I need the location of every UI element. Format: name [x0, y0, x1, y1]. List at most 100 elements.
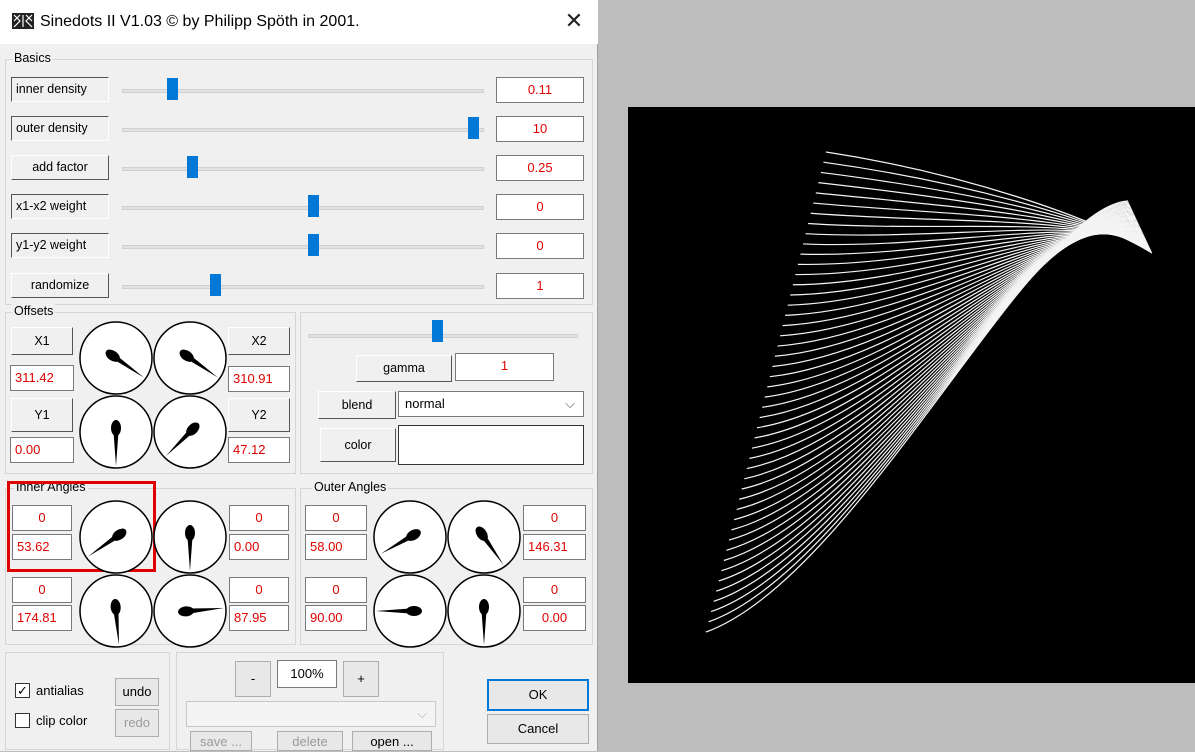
outer-d-dial[interactable] — [446, 573, 522, 649]
outer-d-top-value[interactable]: 0 — [523, 577, 586, 603]
outer-c-dial[interactable] — [372, 573, 448, 649]
inner-c-dial[interactable] — [78, 573, 154, 649]
close-icon[interactable]: ✕ — [562, 8, 586, 34]
randomize-slider-thumb[interactable] — [209, 274, 221, 296]
title-bar: Sinedots II V1.03 © by Philipp Spöth in … — [0, 0, 598, 44]
chevron-down-icon: ⌵ — [565, 396, 575, 411]
cancel-button[interactable]: Cancel — [487, 714, 589, 744]
app-icon — [12, 13, 34, 29]
color-button[interactable]: color — [320, 428, 396, 462]
add-factor-button[interactable]: add factor — [11, 155, 109, 180]
offsets-group-label: Offsets — [12, 304, 56, 318]
y2-button[interactable]: Y2 — [228, 398, 290, 432]
preset-select[interactable]: ⌵ — [186, 701, 436, 727]
x2-value[interactable]: 310.91 — [228, 366, 290, 392]
outer-density-slider-thumb[interactable] — [468, 117, 479, 139]
inner-d-dial[interactable] — [152, 573, 228, 649]
outer-a-dial[interactable] — [372, 499, 448, 575]
redo-button[interactable]: redo — [115, 709, 159, 737]
outer-b-dial[interactable] — [446, 499, 522, 575]
blend-select[interactable]: normal ⌵ — [398, 391, 584, 417]
undo-button[interactable]: undo — [115, 678, 159, 706]
render-line — [749, 219, 1137, 459]
outer-a-bottom-value[interactable]: 58.00 — [305, 534, 367, 560]
outer-c-bottom-value[interactable]: 90.00 — [305, 605, 367, 631]
basics-group-label: Basics — [12, 51, 53, 65]
outer-a-top-value[interactable]: 0 — [305, 505, 367, 531]
render-line — [708, 201, 1129, 623]
gamma-slider-thumb[interactable] — [432, 320, 443, 342]
outer-density-button[interactable]: outer density — [11, 116, 109, 141]
y1-y2-weight-slider-thumb[interactable] — [307, 234, 319, 256]
gamma-value[interactable]: 1 — [455, 353, 554, 381]
render-line — [705, 200, 1129, 633]
inner-a-dial[interactable] — [78, 499, 154, 575]
outer-b-top-value[interactable]: 0 — [523, 505, 586, 531]
sinedots-dialog: Sinedots II V1.03 © by Philipp Spöth in … — [0, 0, 598, 751]
render-line — [733, 212, 1134, 521]
inner-c-bottom-value[interactable]: 174.81 — [12, 605, 72, 631]
blend-select-value: normal — [405, 396, 445, 411]
outer-density-slider-track[interactable] — [122, 128, 484, 132]
outer-b-bottom-value[interactable]: 146.31 — [523, 534, 586, 560]
zoom-out-button[interactable]: - — [235, 661, 271, 697]
ok-button[interactable]: OK — [487, 679, 589, 711]
clip-color-checkbox[interactable] — [15, 713, 30, 728]
x1-x2-weight-slider-thumb[interactable] — [307, 195, 319, 217]
y1-value[interactable]: 0.00 — [10, 437, 74, 463]
zoom-in-button[interactable]: + — [343, 661, 379, 697]
offset-y2-dial[interactable] — [152, 394, 228, 470]
zoom-value[interactable]: 100% — [277, 660, 337, 688]
preview-canvas — [628, 107, 1195, 683]
x1-x2-weight-slider-track[interactable] — [122, 206, 484, 210]
x1-x2-weight-button[interactable]: x1-x2 weight — [11, 194, 109, 219]
sinedots-render — [705, 151, 1153, 633]
x1-value[interactable]: 311.42 — [10, 365, 74, 391]
render-line — [825, 151, 1153, 254]
inner-b-top-value[interactable]: 0 — [229, 505, 289, 531]
add-factor-value[interactable]: 0.25 — [496, 155, 584, 181]
outer-angles-group-label: Outer Angles — [312, 480, 389, 494]
randomize-button[interactable]: randomize — [11, 273, 109, 298]
y2-value[interactable]: 47.12 — [228, 437, 290, 463]
clip-color-label: clip color — [36, 713, 88, 728]
y1-y2-weight-slider-track[interactable] — [122, 245, 484, 249]
inner-d-bottom-value[interactable]: 87.95 — [229, 605, 289, 631]
offset-x2-dial[interactable] — [152, 320, 228, 396]
gamma-slider-track[interactable] — [308, 334, 578, 338]
open-button[interactable]: open ... — [352, 731, 432, 751]
inner-d-top-value[interactable]: 0 — [229, 577, 289, 603]
inner-b-bottom-value[interactable]: 0.00 — [229, 534, 289, 560]
inner-b-dial[interactable] — [152, 499, 228, 575]
randomize-slider-track[interactable] — [122, 285, 484, 289]
window-title: Sinedots II V1.03 © by Philipp Spöth in … — [40, 13, 360, 30]
outer-density-value[interactable]: 10 — [496, 116, 584, 142]
gamma-button[interactable]: gamma — [356, 355, 452, 382]
antialias-checkbox[interactable]: ✓ — [15, 683, 30, 698]
x2-button[interactable]: X2 — [228, 327, 290, 355]
x1-x2-weight-value[interactable]: 0 — [496, 194, 584, 220]
save-button[interactable]: save ... — [190, 731, 252, 751]
add-factor-slider-track[interactable] — [122, 167, 484, 171]
add-factor-slider-thumb[interactable] — [186, 156, 198, 178]
delete-button[interactable]: delete — [277, 731, 343, 751]
antialias-label: antialias — [36, 683, 84, 698]
color-swatch[interactable] — [398, 425, 584, 465]
inner-density-slider-thumb[interactable] — [167, 78, 179, 100]
inner-density-value[interactable]: 0.11 — [496, 77, 584, 103]
inner-c-top-value[interactable]: 0 — [12, 577, 72, 603]
inner-density-button[interactable]: inner density — [11, 77, 109, 102]
randomize-value[interactable]: 1 — [496, 273, 584, 299]
blend-button[interactable]: blend — [318, 391, 396, 419]
offset-y1-dial[interactable] — [78, 394, 154, 470]
y1-button[interactable]: Y1 — [11, 398, 73, 432]
chevron-down-icon: ⌵ — [417, 706, 427, 721]
y1-y2-weight-value[interactable]: 0 — [496, 233, 584, 259]
outer-d-bottom-value[interactable]: 0.00 — [523, 605, 586, 631]
offset-x1-dial[interactable] — [78, 320, 154, 396]
render-line — [800, 232, 1148, 255]
render-line — [797, 232, 1147, 265]
x1-button[interactable]: X1 — [11, 327, 73, 355]
outer-c-top-value[interactable]: 0 — [305, 577, 367, 603]
y1-y2-weight-button[interactable]: y1-y2 weight — [11, 233, 109, 258]
